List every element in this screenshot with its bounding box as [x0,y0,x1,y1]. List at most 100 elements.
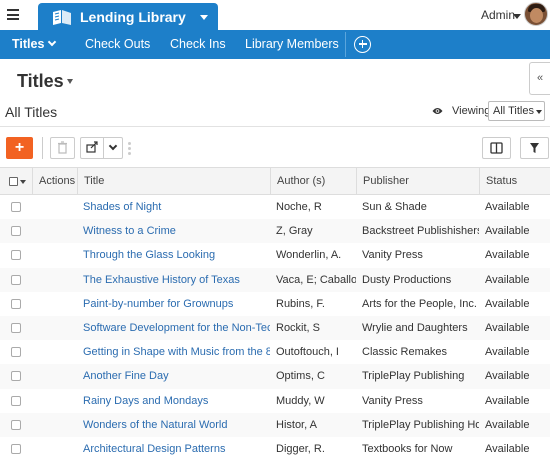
title-dropdown-icon[interactable] [67,79,73,84]
title-link[interactable]: Software Development for the Non-Technic… [83,322,270,334]
table-row[interactable]: The Exhaustive History of Texas Vaca, E; … [0,267,550,292]
publisher-cell: Vanity Press [362,249,423,262]
title-link[interactable]: Witness to a Crime [83,225,176,237]
row-actions-cell [32,243,77,267]
author-cell: Noche, R [276,201,322,213]
nav-item-check-outs[interactable]: Check Outs [85,37,150,51]
row-checkbox[interactable] [11,419,21,430]
table-row[interactable]: Another Fine Day Optims, C TriplePlay Publ… [0,364,550,389]
collapse-panel-button[interactable]: « [529,62,550,95]
row-actions-cell [32,195,77,219]
title-cell: The Exhaustive History of Texas [77,268,270,292]
chevron-down-icon[interactable] [20,180,26,184]
table-row[interactable]: Software Development for the Non-Technic… [0,315,550,341]
publisher-cell: Sun & Shade [362,201,427,213]
table-row[interactable]: Witness to a Crime Z, Gray Backstreet Publ… [0,219,550,244]
title-cell: Architectural Design Patterns [77,437,270,461]
nav-item-check-ins[interactable]: Check Ins [170,37,226,51]
filter-button[interactable] [520,137,549,159]
publisher-cell: TriplePlay Publishing [362,370,465,383]
divider [0,126,550,127]
title-link[interactable]: Paint-by-number for Grownups [83,298,233,310]
viewing-select-value: All Titles [493,105,534,117]
table-row[interactable]: Wonders of the Natural World Histor, A Tri… [0,412,550,437]
title-link[interactable]: The Exhaustive History of Texas [83,274,240,286]
row-select-cell [0,243,32,267]
row-select-cell [0,413,32,437]
column-header-status[interactable]: Status [479,168,550,195]
nav-item-titles[interactable]: Titles [12,37,57,51]
title-link[interactable]: Rainy Days and Mondays [83,395,208,407]
row-checkbox[interactable] [11,322,21,333]
row-checkbox[interactable] [11,274,21,285]
filter-icon [530,143,539,153]
title-cell: Wonders of the Natural World [77,413,270,437]
author-cell: Rockit, S [276,321,321,334]
title-link[interactable]: Shades of Night [83,201,161,213]
row-checkbox[interactable] [11,443,21,454]
drag-handle-icon[interactable] [128,142,131,155]
title-link[interactable]: Another Fine Day [83,370,169,382]
row-actions-cell [32,219,77,243]
table-row[interactable]: Architectural Design Patterns Digger, R. T… [0,437,550,461]
publisher-cell: TriplePlay Publishing House [362,418,479,431]
row-checkbox[interactable] [11,202,21,212]
column-header-publisher[interactable]: Publisher [356,168,479,195]
export-button[interactable] [80,137,123,159]
column-header-title[interactable]: Title [77,168,270,195]
nav-divider [345,32,346,57]
delete-button[interactable] [50,137,75,159]
row-actions-cell [32,389,77,413]
table-row[interactable]: Through the Glass Looking Wonderlin, A. Va… [0,243,550,267]
title-link[interactable]: Wonders of the Natural World [83,419,228,431]
hamburger-menu-icon[interactable] [7,9,19,20]
chevron-down-icon[interactable] [108,141,118,151]
app-switcher[interactable]: Lending Library [38,3,218,30]
status-cell: Available [485,418,530,431]
add-button[interactable]: + [6,137,33,159]
table-row[interactable]: Paint-by-number for Grownups Rubins, F. Ar… [0,292,550,316]
publisher-cell: Backstreet Publishishers [362,225,479,238]
select-all-checkbox[interactable] [9,177,18,186]
row-checkbox[interactable] [11,395,21,406]
row-select-cell [0,389,32,413]
author-cell: Rubins, F. [276,297,325,310]
row-select-cell [0,219,32,243]
trash-icon [58,141,67,154]
row-select-cell [0,340,32,364]
status-cell: Available [485,442,530,455]
row-checkbox[interactable] [11,347,21,358]
external-link-icon [86,141,98,153]
title-link[interactable]: Architectural Design Patterns [83,443,225,455]
title-link[interactable]: Through the Glass Looking [83,249,215,261]
author-cell: Digger, R. [276,442,325,455]
column-header-author[interactable]: Author (s) [270,168,356,195]
title-link[interactable]: Getting in Shape with Music from the 80s [83,346,270,358]
author-cell: Outoftouch, I [276,346,339,359]
user-name[interactable]: Admin [481,8,515,22]
row-select-cell [0,195,32,219]
user-menu-chevron-icon[interactable] [513,14,521,19]
publisher-cell: Textbooks for Now [362,442,453,455]
table-row[interactable]: Getting in Shape with Music from the 80s… [0,340,550,364]
viewing-select[interactable]: All Titles [488,101,545,121]
page-title[interactable]: Titles [17,71,64,92]
row-checkbox[interactable] [11,298,21,309]
row-select-cell [0,292,32,316]
publisher-cell: Classic Remakes [362,346,447,359]
row-select-cell [0,268,32,292]
row-checkbox[interactable] [11,371,21,382]
status-cell: Available [485,321,530,334]
row-checkbox[interactable] [11,226,21,237]
table-row[interactable]: Shades of Night Noche, R Sun & Shade Availa… [0,195,550,219]
split-divider [103,138,104,158]
columns-button[interactable] [482,137,511,159]
row-checkbox[interactable] [11,250,21,261]
avatar[interactable] [524,2,548,26]
add-circle-icon[interactable] [354,36,371,53]
nav-item-library-members[interactable]: Library Members [245,37,339,51]
table-row[interactable]: Rainy Days and Mondays Muddy, W Vanity Pre… [0,389,550,413]
select-all-column[interactable] [0,168,32,195]
publisher-cell: Arts for the People, Inc. [362,297,477,310]
author-cell: Vaca, E; Caballo, C [276,273,356,286]
